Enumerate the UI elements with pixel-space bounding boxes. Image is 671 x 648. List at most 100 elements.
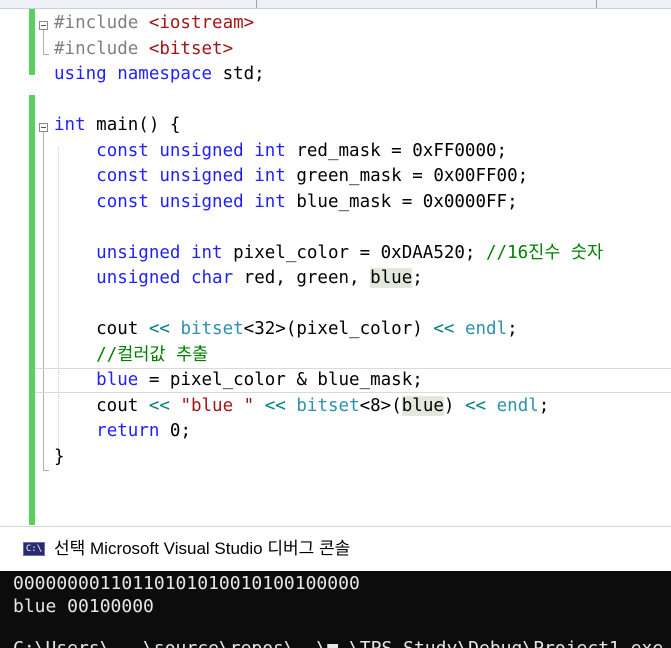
- code-line[interactable]: //컬러값 추출: [54, 343, 208, 368]
- code-token: ;: [412, 268, 423, 288]
- code-token: cout: [54, 395, 149, 416]
- change-bar-gap: [29, 75, 35, 95]
- code-token: unsigned: [159, 140, 255, 161]
- code-token: <<: [148, 395, 170, 416]
- fold-line: [43, 30, 44, 54]
- code-token: unsigned: [159, 166, 255, 186]
- console-output-line: C:\Users\...\source\repos\..\■ \TPS_Stud…: [13, 637, 663, 648]
- console-app-icon: C:\: [23, 542, 45, 556]
- code-line[interactable]: unsigned int pixel_color = 0xDAA520; //1…: [54, 241, 603, 266]
- code-token: <<: [264, 395, 286, 416]
- code-token: using: [54, 64, 118, 84]
- tab-separator: [596, 0, 597, 8]
- editor-margin: [0, 9, 28, 525]
- code-line[interactable]: cout << bitset<32>(pixel_color) << endl;: [54, 317, 518, 342]
- code-line[interactable]: }: [54, 445, 65, 470]
- code-token: blue: [96, 370, 139, 390]
- fold-line: [43, 132, 44, 470]
- code-token: #include: [54, 13, 149, 33]
- code-token: return: [96, 421, 170, 441]
- editor-tab-strip: [0, 0, 671, 9]
- code-token: //16진수 숫자: [486, 242, 604, 263]
- code-token: bitset: [296, 395, 360, 416]
- code-line[interactable]: using namespace std;: [54, 62, 265, 87]
- code-token: red_mask = 0xFF0000;: [296, 140, 508, 161]
- code-token: ;: [507, 319, 518, 339]
- code-token: const: [96, 191, 160, 212]
- code-token: ): [443, 395, 465, 416]
- code-line[interactable]: blue = pixel_color & blue_mask;: [35, 368, 671, 393]
- code-editor[interactable]: #include <iostream> #include <bitset> usin…: [0, 9, 671, 525]
- console-title-bar[interactable]: C:\ 선택 Microsoft Visual Studio 디버그 콘솔: [0, 526, 671, 571]
- code-token: endl: [496, 395, 539, 416]
- console-output-line: blue 00100000: [13, 596, 154, 617]
- code-token: }: [54, 446, 65, 467]
- code-line[interactable]: return 0;: [54, 419, 191, 444]
- code-token: std;: [222, 64, 265, 84]
- code-token: int: [254, 140, 297, 161]
- code-token: <8>(: [359, 395, 402, 416]
- code-token: int: [190, 242, 234, 263]
- code-token: unsigned: [159, 191, 255, 212]
- code-token: cout: [54, 319, 149, 339]
- code-token: //컬러값 추출: [96, 344, 209, 365]
- code-token: const: [96, 166, 160, 186]
- fold-end: [43, 470, 49, 471]
- code-token: unsigned: [96, 242, 191, 263]
- console-output[interactable]: 00000000110110101010010100100000 blue 00…: [0, 570, 671, 648]
- code-token: namespace: [117, 64, 223, 84]
- code-token: const: [96, 140, 160, 161]
- code-token: <<: [465, 395, 487, 416]
- code-line[interactable]: const unsigned int green_mask = 0x00FF00…: [54, 164, 528, 189]
- code-token: <<: [433, 319, 455, 339]
- console-output-line: 00000000110110101010010100100000: [13, 573, 360, 594]
- code-line[interactable]: unsigned char red, green, blue;: [54, 266, 423, 291]
- code-token: green_mask = 0x00FF00;: [296, 166, 529, 186]
- code-token: <32>(pixel_color): [243, 319, 434, 339]
- collapse-main-function-icon[interactable]: [39, 123, 48, 132]
- code-token: unsigned: [96, 268, 191, 288]
- code-token: <bitset>: [148, 38, 234, 59]
- code-token: "blue ": [180, 395, 255, 416]
- code-token: bitset: [180, 319, 244, 339]
- code-token: blue: [370, 268, 413, 288]
- tab-separator: [256, 0, 257, 8]
- code-line[interactable]: const unsigned int red_mask = 0xFF0000;: [54, 139, 507, 164]
- change-tracking-bar: [29, 9, 35, 525]
- code-token: pixel_color = 0xDAA520;: [233, 242, 487, 263]
- code-token: <iostream>: [148, 13, 255, 33]
- code-token: endl: [464, 319, 508, 339]
- code-line[interactable]: const unsigned int blue_mask = 0x0000FF;: [54, 190, 518, 215]
- code-token: int: [254, 166, 297, 186]
- collapse-include-block-icon[interactable]: [39, 21, 48, 30]
- code-token: blue_mask = 0x0000FF;: [296, 191, 518, 212]
- code-line[interactable]: #include <bitset>: [54, 37, 233, 62]
- code-line[interactable]: cout << "blue " << bitset<8>(blue) << en…: [54, 394, 549, 419]
- code-token: int: [254, 191, 297, 212]
- code-token: main() {: [96, 115, 181, 135]
- code-line[interactable]: int main() {: [54, 113, 180, 138]
- code-line[interactable]: #include <iostream>: [54, 11, 254, 36]
- code-token: ;: [538, 395, 550, 416]
- code-token: <<: [148, 319, 170, 339]
- code-token: #include: [54, 38, 149, 59]
- code-token: = pixel_color & blue_mask;: [138, 370, 423, 390]
- code-token: 0;: [169, 421, 191, 441]
- code-token: int: [54, 115, 97, 135]
- code-token: red, green,: [243, 268, 371, 288]
- debug-console-window[interactable]: C:\ 선택 Microsoft Visual Studio 디버그 콘솔 00…: [0, 526, 671, 648]
- code-token: char: [190, 268, 244, 288]
